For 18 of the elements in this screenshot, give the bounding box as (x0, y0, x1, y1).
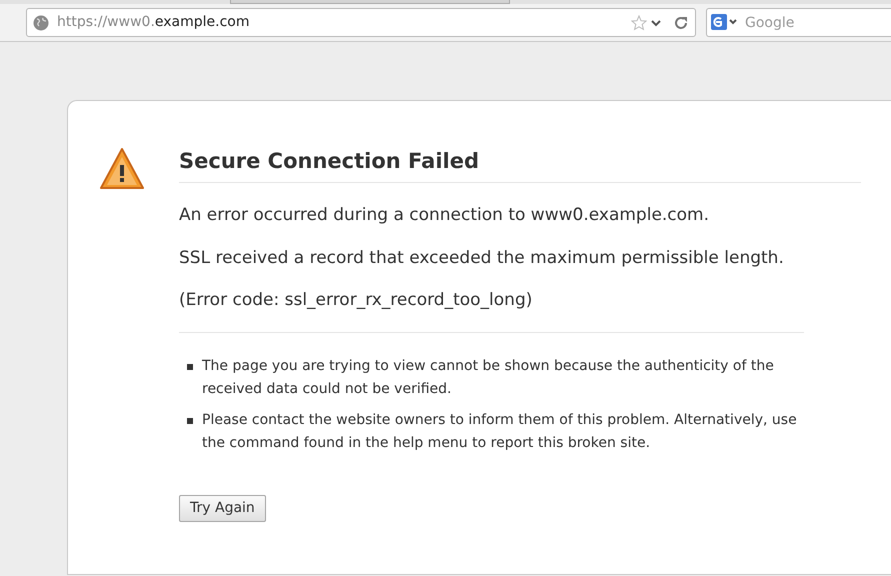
url-text: https://www0.example.com (57, 13, 250, 32)
caret-icon[interactable] (651, 18, 661, 26)
reload-icon[interactable] (673, 14, 689, 30)
bullet-icon (187, 418, 193, 424)
bullet-icon (187, 364, 193, 370)
error-message: SSL received a record that exceeded the maximum permissible length. (179, 248, 785, 268)
error-title: Secure Connection Failed (179, 147, 861, 184)
warning-icon (99, 147, 145, 191)
error-message: (Error code: ssl_error_rx_record_too_long) (179, 290, 534, 310)
detail-text: The page you are trying to view cannot be shown because the authenticity of the received data could not be verified. (202, 357, 775, 400)
detail-text: Please contact the website owners to inform them of this problem. Alternatively, use the command found in the help menu to report this broken site. (202, 411, 798, 454)
url-field[interactable]: https://www0.example.com (26, 8, 696, 37)
try-again-button[interactable]: Try Again (179, 495, 266, 522)
search-field[interactable]: Google (706, 8, 891, 37)
search-engine-icon[interactable] (711, 13, 739, 31)
star-icon[interactable] (631, 14, 647, 30)
error-message: An error occurred during a connection to www0.example.com. (179, 205, 710, 226)
globe-icon (33, 14, 49, 30)
